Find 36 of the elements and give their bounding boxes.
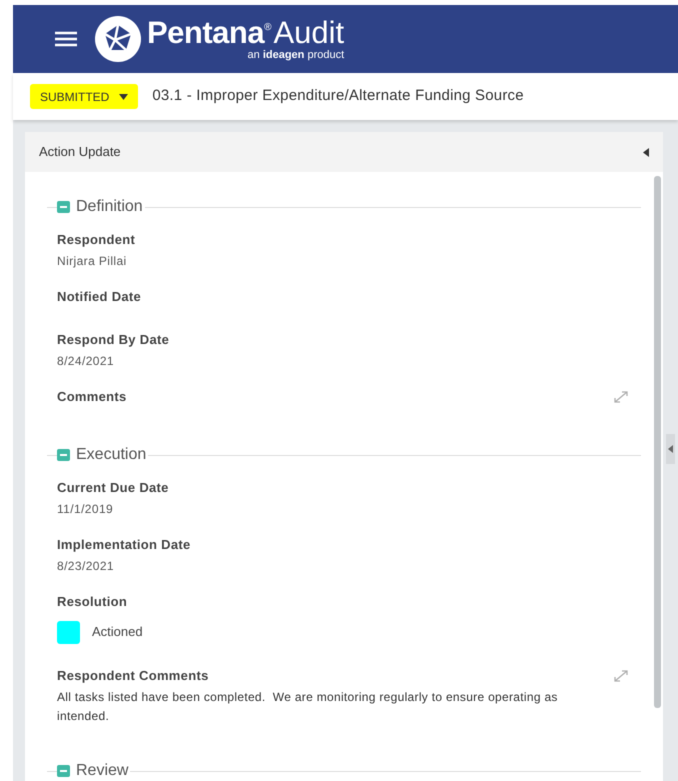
field-value: 8/24/2021 (57, 353, 115, 370)
section-title: Review (76, 761, 130, 781)
field-label: Comments (57, 388, 127, 406)
logo-icon (95, 16, 141, 62)
field-value: 8/23/2021 (57, 558, 115, 575)
field-value: Nirjara Pillai (57, 253, 128, 270)
caret-icon (668, 445, 673, 453)
status-dropdown[interactable]: SUBMITTED (30, 84, 138, 109)
field-label: Respondent Comments (57, 667, 209, 685)
resolution-value: Actioned (92, 623, 143, 642)
product-name: Audit (273, 16, 344, 48)
expand-icon[interactable] (613, 669, 629, 683)
collapse-section-icon[interactable] (57, 201, 70, 213)
field-label: Resolution (57, 593, 128, 611)
brand-tagline: an ideagen product (248, 48, 344, 62)
field-label: Respondent (57, 231, 136, 249)
caret-icon (119, 94, 128, 100)
comment-text: All tasks listed have been completed. We are monitoring regularly to ensure operating as intended. (57, 689, 559, 725)
field-value: 11/1/2019 (57, 501, 114, 518)
registered-mark: ® (264, 22, 272, 32)
field-label: Notified Date (57, 288, 142, 306)
side-tab[interactable] (666, 434, 675, 464)
panel-title: Action Update (39, 143, 121, 162)
field-label: Implementation Date (57, 536, 192, 554)
section-title: Definition (76, 197, 144, 217)
brand-name: Pentana (147, 16, 264, 48)
section-title: Execution (76, 445, 148, 465)
scrollbar[interactable] (654, 176, 660, 708)
action-title: 03.1 - Improper Expenditure/Alternate Funding Source (152, 86, 524, 106)
field-label: Current Due Date (57, 479, 170, 497)
field-label: Respond By Date (57, 331, 170, 349)
collapse-section-icon[interactable] (57, 765, 70, 777)
menu-icon[interactable] (55, 31, 77, 47)
collapse-icon[interactable] (643, 148, 649, 156)
expand-icon[interactable] (613, 390, 629, 404)
collapse-section-icon[interactable] (57, 449, 70, 461)
